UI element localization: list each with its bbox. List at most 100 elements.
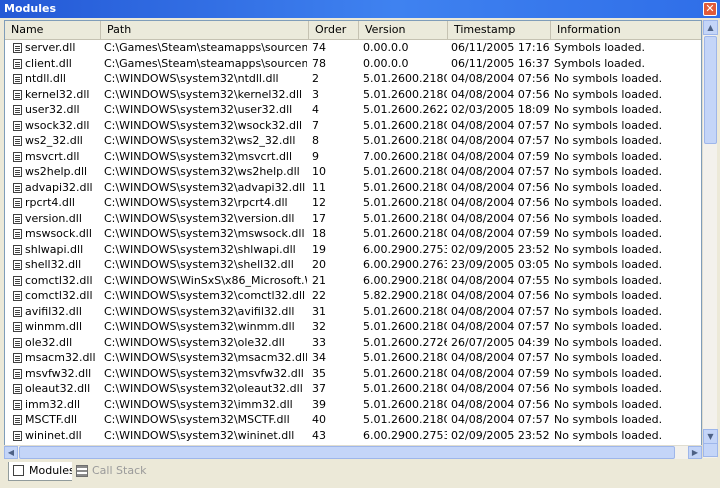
module-timestamp: 04/08/2004 07:57	[451, 304, 550, 318]
scroll-up-button[interactable]: ▲	[703, 20, 718, 35]
arrow-right-icon: ▶	[691, 448, 699, 457]
dll-file-icon	[13, 384, 22, 394]
module-version: 5.01.2600.2180	[363, 72, 447, 85]
table-row[interactable]: shlwapi.dll C:\WINDOWS\system32\shlwapi.d…	[5, 242, 701, 258]
module-name-text: avifil32.dll	[25, 304, 82, 318]
tab-call-stack-label: Call Stack	[92, 464, 147, 477]
vertical-scrollbar[interactable]: ▲ ▼	[702, 20, 718, 458]
module-name: mswsock.dll	[9, 226, 99, 242]
table-row[interactable]: msvcrt.dll C:\WINDOWS\system32\msvcrt.dll…	[5, 149, 701, 165]
module-information: No symbols loaded.	[554, 273, 663, 287]
module-version: 5.01.2600.2180	[363, 211, 447, 225]
table-row[interactable]: shell32.dll C:\WINDOWS\system32\shell32.d…	[5, 257, 701, 273]
table-row[interactable]: oleaut32.dll C:\WINDOWS\system32\oleaut32…	[5, 381, 701, 397]
table-row[interactable]: wininet.dll C:\WINDOWS\system32\wininet.d…	[5, 428, 701, 444]
table-row[interactable]: ws2help.dll C:\WINDOWS\system32\ws2help.d…	[5, 164, 701, 180]
module-timestamp: 04/08/2004 07:59	[451, 149, 550, 163]
module-name-text: comctl32.dll	[25, 273, 93, 287]
module-version: 5.01.2600.2180	[363, 320, 447, 333]
module-version: 7.00.2600.2180	[363, 149, 447, 163]
table-row[interactable]: winmm.dll C:\WINDOWS\system32\winmm.dll 32…	[5, 319, 701, 335]
module-path: C:\WINDOWS\system32\version.dll	[104, 211, 295, 225]
tab-call-stack[interactable]: Call Stack	[72, 462, 153, 481]
module-path: C:\WINDOWS\system32\advapi32.dll	[104, 180, 306, 194]
module-name-text: server.dll	[25, 41, 76, 54]
module-timestamp: 04/08/2004 07:57	[451, 118, 550, 132]
table-row[interactable]: user32.dll C:\WINDOWS\system32\user32.dll…	[5, 102, 701, 118]
module-path: C:\WINDOWS\system32\msvcrt.dll	[104, 149, 293, 163]
scroll-down-button[interactable]: ▼	[703, 429, 718, 444]
table-row[interactable]: msvfw32.dll C:\WINDOWS\system32\msvfw32.d…	[5, 366, 701, 382]
column-header-name[interactable]: Name	[5, 21, 101, 39]
module-information: No symbols loaded.	[554, 87, 663, 101]
module-information: No symbols loaded.	[554, 320, 663, 333]
module-name: ntdll.dll	[9, 71, 99, 87]
dll-file-icon	[13, 229, 22, 239]
table-row[interactable]: client.dll C:\Games\Steam\steamapps\sourc…	[5, 56, 701, 72]
module-timestamp: 04/08/2004 07:57	[451, 165, 550, 178]
scroll-right-button[interactable]: ▶	[688, 446, 702, 459]
table-row[interactable]: imm32.dll C:\WINDOWS\system32\imm32.dll 39…	[5, 397, 701, 413]
module-timestamp: 06/11/2005 16:37	[451, 56, 550, 70]
dll-file-icon	[13, 182, 22, 193]
module-name-text: version.dll	[25, 211, 82, 225]
horizontal-scroll-thumb[interactable]	[19, 446, 675, 459]
module-rows: server.dll C:\Games\Steam\steamapps\sourc…	[5, 40, 701, 443]
modules-list[interactable]: Name Path Order Version Timestamp Inform…	[4, 20, 702, 458]
table-row[interactable]: ntdll.dll C:\WINDOWS\system32\ntdll.dll 2 5…	[5, 71, 701, 87]
table-row[interactable]: advapi32.dll C:\WINDOWS\system32\advapi32…	[5, 180, 701, 196]
table-row[interactable]: ole32.dll C:\WINDOWS\system32\ole32.dll 33…	[5, 335, 701, 351]
module-name: version.dll	[9, 211, 99, 227]
module-order: 40	[312, 413, 326, 426]
table-row[interactable]: mswsock.dll C:\WINDOWS\system32\mswsock.d…	[5, 226, 701, 242]
column-header-path[interactable]: Path	[101, 21, 309, 39]
module-version: 6.00.2900.2763	[363, 258, 447, 271]
dll-file-icon	[13, 105, 22, 115]
column-header-version[interactable]: Version	[359, 21, 448, 39]
column-header-order[interactable]: Order	[309, 21, 359, 39]
module-order: 39	[312, 397, 326, 411]
module-version: 5.01.2600.2180	[363, 382, 447, 395]
column-header-information[interactable]: Information	[551, 21, 701, 39]
table-row[interactable]: ws2_32.dll C:\WINDOWS\system32\ws2_32.dll…	[5, 133, 701, 149]
module-information: No symbols loaded.	[554, 304, 663, 318]
module-order: 10	[312, 165, 326, 178]
table-row[interactable]: comctl32.dll C:\WINDOWS\WinSxS\x86_Micros…	[5, 273, 701, 289]
module-name: comctl32.dll	[9, 273, 99, 289]
horizontal-scrollbar[interactable]: ◀ ▶	[4, 445, 702, 459]
module-order: 19	[312, 242, 326, 256]
module-timestamp: 06/11/2005 17:16	[451, 41, 550, 54]
vertical-scroll-thumb[interactable]	[704, 36, 717, 144]
module-order: 37	[312, 382, 326, 395]
module-order: 8	[312, 134, 319, 147]
scroll-left-button[interactable]: ◀	[4, 446, 18, 459]
dll-file-icon	[13, 275, 22, 286]
module-path: C:\WINDOWS\system32\shell32.dll	[104, 258, 294, 271]
table-row[interactable]: rpcrt4.dll C:\WINDOWS\system32\rpcrt4.dll…	[5, 195, 701, 211]
table-row[interactable]: MSCTF.dll C:\WINDOWS\system32\MSCTF.dll 40…	[5, 412, 701, 428]
module-order: 9	[312, 149, 319, 163]
dll-file-icon	[13, 74, 22, 84]
module-name: client.dll	[9, 56, 99, 72]
column-header-timestamp[interactable]: Timestamp	[448, 21, 551, 39]
table-row[interactable]: kernel32.dll C:\WINDOWS\system32\kernel32…	[5, 87, 701, 103]
module-name-text: user32.dll	[25, 103, 80, 116]
module-name: comctl32.dll	[9, 288, 99, 304]
arrow-left-icon: ◀	[7, 448, 15, 457]
table-row[interactable]: wsock32.dll C:\WINDOWS\system32\wsock32.d…	[5, 118, 701, 134]
table-row[interactable]: comctl32.dll C:\WINDOWS\system32\comctl32…	[5, 288, 701, 304]
dll-file-icon	[13, 151, 22, 162]
table-row[interactable]: version.dll C:\WINDOWS\system32\version.d…	[5, 211, 701, 227]
tab-modules[interactable]: Modules	[8, 462, 82, 481]
module-information: No symbols loaded.	[554, 72, 663, 85]
module-order: 7	[312, 118, 319, 132]
dll-file-icon	[13, 136, 22, 146]
close-button[interactable]: ✕	[703, 2, 717, 16]
table-row[interactable]: avifil32.dll C:\WINDOWS\system32\avifil32…	[5, 304, 701, 320]
module-name: advapi32.dll	[9, 180, 99, 196]
module-timestamp: 04/08/2004 07:57	[451, 413, 550, 426]
module-order: 43	[312, 428, 326, 442]
table-row[interactable]: msacm32.dll C:\WINDOWS\system32\msacm32.d…	[5, 350, 701, 366]
table-row[interactable]: server.dll C:\Games\Steam\steamapps\sourc…	[5, 40, 701, 56]
module-name-text: mswsock.dll	[25, 227, 92, 240]
